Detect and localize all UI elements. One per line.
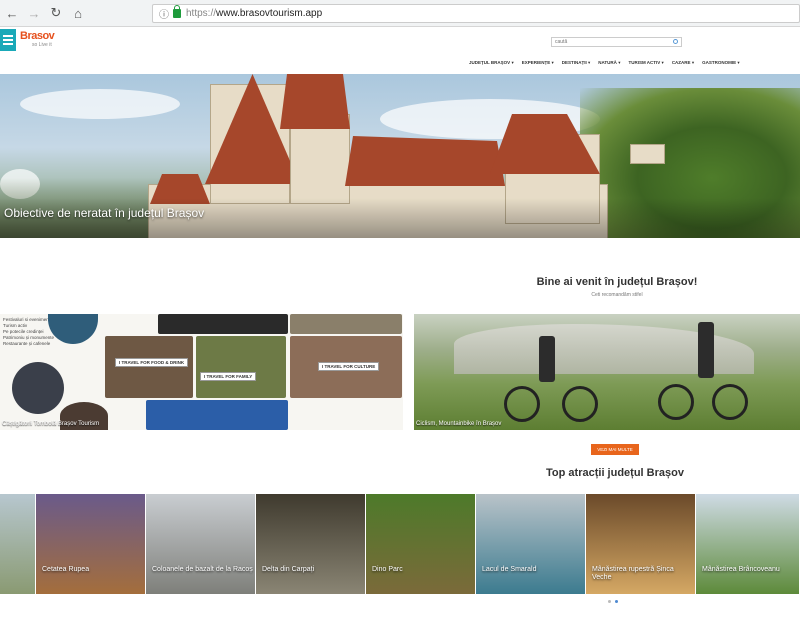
attraction-label: Mânăstirea rupestră Șinca Veche — [592, 566, 674, 581]
tag-family: I TRAVEL FOR FAMILY — [200, 372, 257, 381]
bike-wheel — [562, 386, 598, 422]
photo-tile — [146, 400, 288, 430]
browser-toolbar: ← → ↻ ⌂ ⓘ https:// www.brasovtourism.app — [0, 0, 800, 27]
nav-item-experiente[interactable]: EXPERIENȚE ▾ — [521, 60, 555, 66]
promo-card-ciclism[interactable]: Ciclism, Mountainbike în Brașov — [414, 314, 800, 430]
attraction-photo — [696, 494, 799, 594]
photo-tile — [158, 314, 288, 334]
nav-item-judetul-brasov[interactable]: JUDEȚUL BRAȘOV ▾ — [468, 60, 515, 66]
welcome-title: Bine ai venit în județul Brașov! — [536, 276, 698, 288]
castle-roof — [280, 74, 350, 129]
carousel-dot[interactable] — [608, 600, 611, 603]
welcome-subtitle: Ceti recomandăm stifel — [591, 292, 643, 298]
top-attractions-title: Top atracții județul Brașov — [546, 467, 684, 479]
url-protocol: https:// — [186, 8, 217, 19]
photo-tile — [196, 336, 286, 398]
bike-wheel — [504, 386, 540, 422]
address-bar[interactable]: ⓘ https:// www.brasovtourism.app — [152, 4, 800, 23]
menu-icon[interactable] — [0, 29, 16, 51]
info-icon[interactable]: ⓘ — [159, 6, 169, 21]
attraction-label: Cetatea Rupea — [42, 566, 90, 573]
photo-tile — [48, 314, 98, 344]
attraction-card[interactable] — [0, 494, 35, 594]
main-nav: JUDEȚUL BRAȘOV ▾ EXPERIENȚE ▾ DESTINAȚII… — [468, 60, 741, 66]
search-placeholder: caută — [555, 39, 568, 45]
logo-tagline: so Live it — [32, 42, 52, 48]
promo-caption: Ciclism, Mountainbike în Brașov — [416, 421, 502, 427]
nav-item-turism-activ[interactable]: TURISM ACTIV ▾ — [627, 60, 664, 66]
see-more-button[interactable]: VEZI MAI MULTE — [591, 444, 639, 455]
bike-wheel — [658, 384, 694, 420]
attraction-card[interactable]: Mânăstirea Brâncoveanu — [696, 494, 799, 594]
carousel-dot-active[interactable] — [615, 600, 618, 603]
promo-caption: Câștigătorii Tombolă Brașov Tourism — [2, 421, 100, 427]
attraction-card[interactable]: Dino Parc — [366, 494, 475, 594]
promo-list-item: Restaurante și cafenele — [3, 341, 51, 346]
photo-tile — [12, 362, 64, 414]
attraction-card[interactable]: Delta din Carpați — [256, 494, 365, 594]
attraction-label: Coloanele de bazalt de la Racoș — [152, 566, 253, 573]
attraction-label: Delta din Carpați — [262, 566, 315, 573]
castle-roof — [345, 136, 505, 186]
reload-icon[interactable]: ↻ — [46, 3, 66, 23]
forward-arrow-icon[interactable]: → — [24, 3, 44, 23]
home-icon[interactable]: ⌂ — [68, 3, 88, 23]
cyclist-shape — [698, 322, 714, 378]
attractions-carousel: Cetatea Rupea Coloanele de bazalt de la … — [0, 494, 800, 594]
attraction-photo — [366, 494, 475, 594]
nav-item-natura[interactable]: NATURĂ ▾ — [597, 60, 621, 66]
carousel-pagination — [608, 600, 618, 603]
attraction-card[interactable]: Cetatea Rupea — [36, 494, 145, 594]
attraction-label: Dino Parc — [372, 566, 403, 573]
cloud-shape — [20, 89, 180, 119]
photo-tile — [290, 314, 402, 334]
promo-category-list: Festivaluri si evenimente Turism activ P… — [3, 317, 54, 347]
attraction-card[interactable]: Mânăstirea rupestră Șinca Veche — [586, 494, 695, 594]
back-arrow-icon[interactable]: ← — [2, 3, 22, 23]
attraction-photo — [146, 494, 255, 594]
url-host: www.brasovtourism.app — [216, 8, 323, 19]
attraction-photo — [476, 494, 585, 594]
bike-wheel — [712, 384, 748, 420]
site-header: Brasov so Live it caută JUDEȚUL BRAȘOV ▾… — [0, 27, 800, 74]
cyclist-shape — [539, 336, 555, 382]
attraction-card[interactable]: Coloanele de bazalt de la Racoș — [146, 494, 255, 594]
nav-item-gastronomie[interactable]: GASTRONOMIE ▾ — [701, 60, 741, 66]
attraction-photo — [36, 494, 145, 594]
lock-icon — [173, 5, 181, 18]
tag-food-drink: I TRAVEL FOR FOOD & DRINK — [115, 358, 189, 367]
attraction-label: Mânăstirea Brâncoveanu — [702, 566, 780, 573]
search-icon[interactable] — [673, 39, 678, 44]
nav-item-cazare[interactable]: CAZARE ▾ — [671, 60, 695, 66]
attraction-photo — [256, 494, 365, 594]
site-logo[interactable]: Brasov so Live it — [20, 30, 62, 52]
attraction-photo — [0, 494, 35, 594]
attraction-card[interactable]: Lacul de Smarald — [476, 494, 585, 594]
logo-text: Brasov — [20, 30, 55, 42]
attraction-label: Lacul de Smarald — [482, 566, 537, 573]
photo-tile — [105, 336, 193, 398]
promo-card-tombola[interactable]: Festivaluri si evenimente Turism activ P… — [0, 314, 403, 430]
tag-culture: I TRAVEL FOR CULTURE — [318, 362, 380, 371]
search-input[interactable]: caută — [551, 37, 682, 47]
hero-caption: Obiective de neratat în județul Brașov — [4, 206, 205, 220]
nav-item-destinatii[interactable]: DESTINAȚII ▾ — [561, 60, 592, 66]
chalet-shape — [630, 144, 665, 164]
